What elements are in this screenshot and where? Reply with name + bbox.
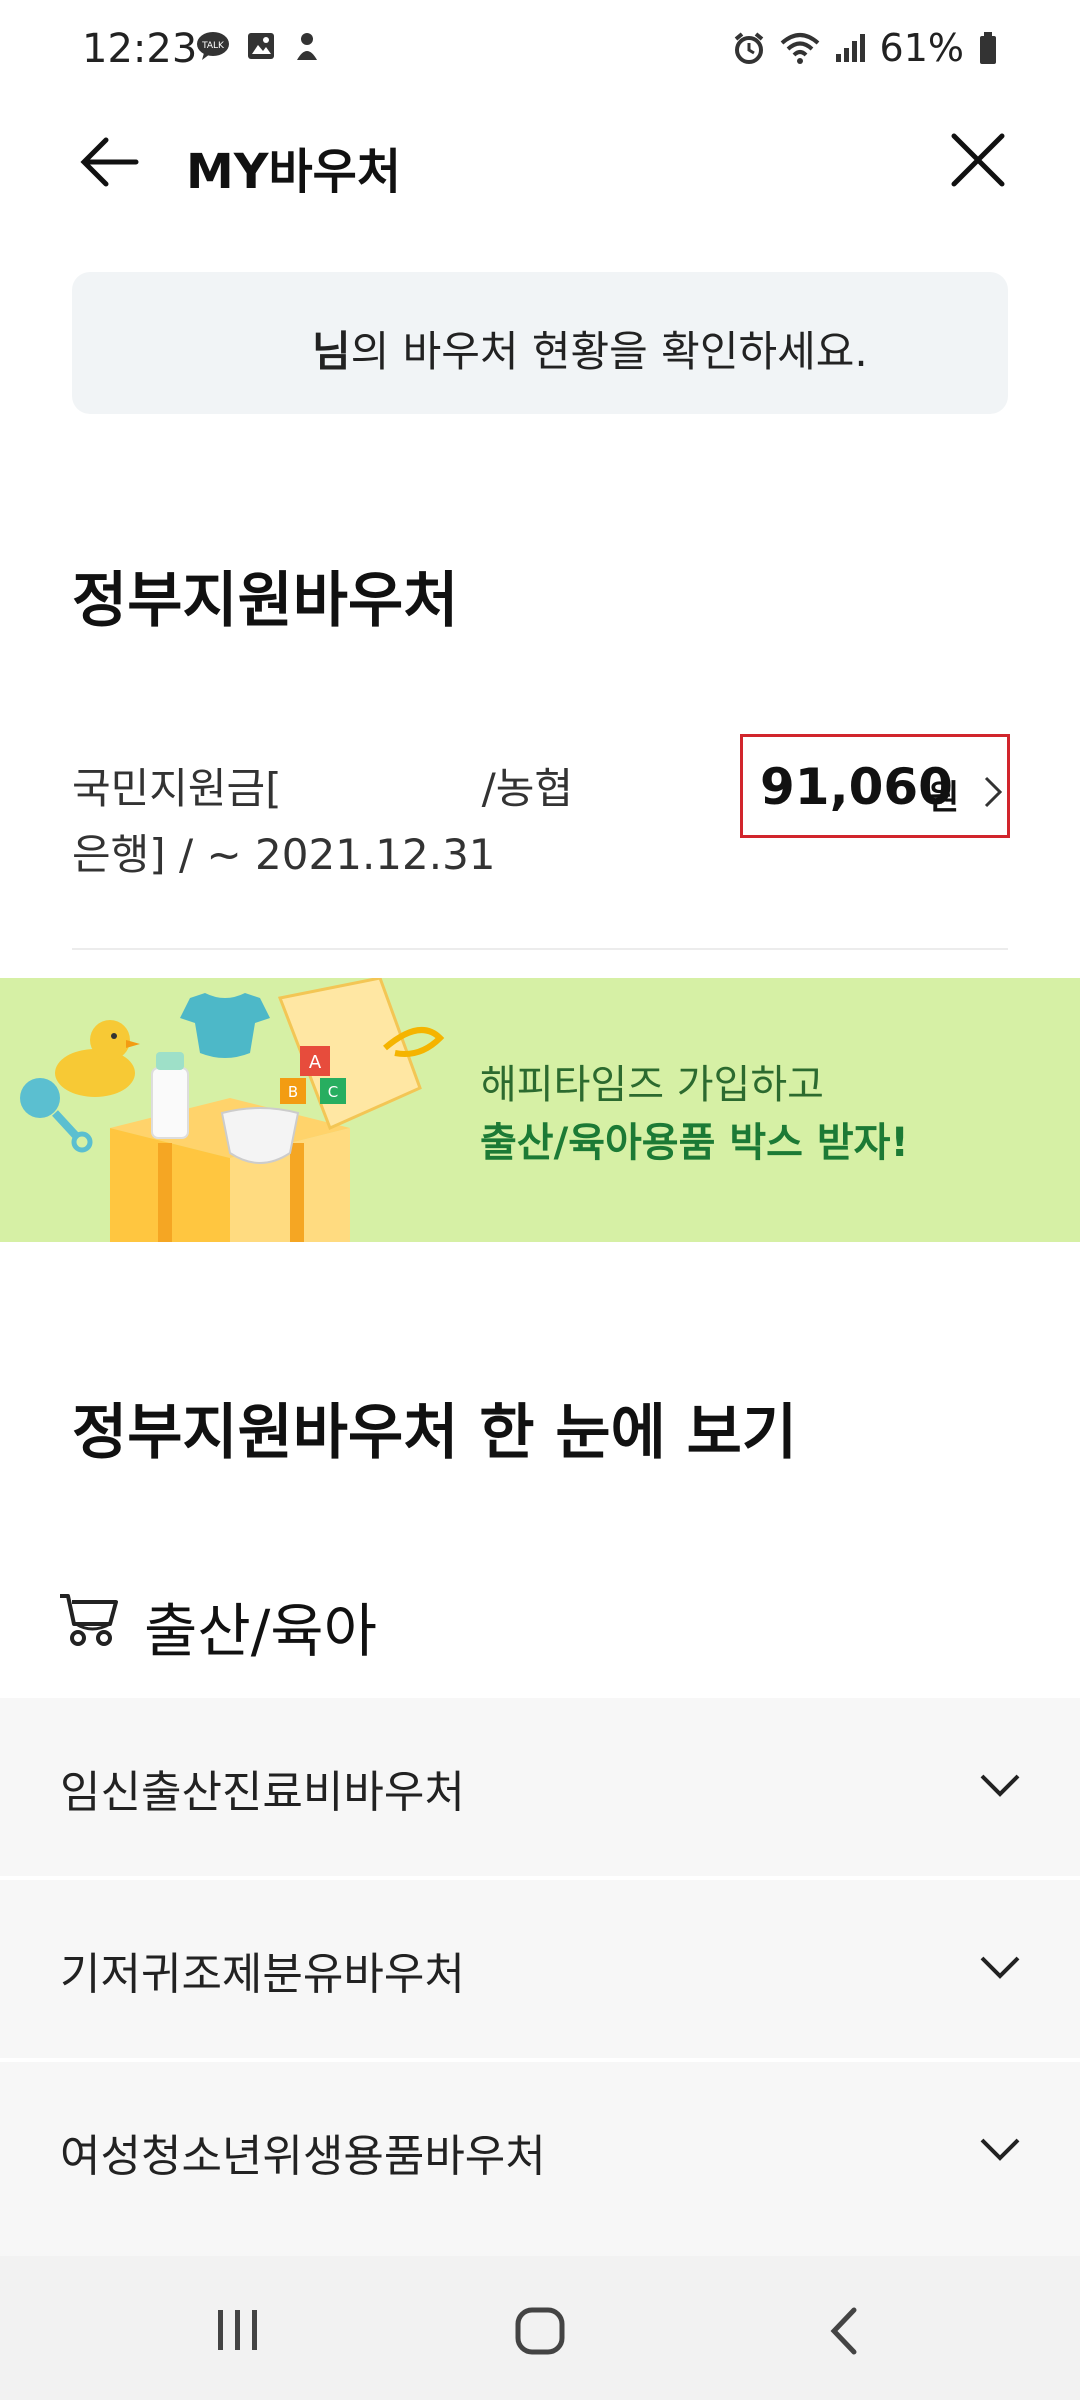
- greeting-message: 의 바우처 현황을 확인하세요.: [350, 327, 868, 376]
- section-title-overview: 정부지원바우처 한 눈에 보기: [72, 1398, 798, 1468]
- stroller-icon: [60, 1594, 118, 1646]
- notification-icon: [297, 33, 317, 60]
- chevron-down-icon[interactable]: [978, 1952, 1022, 1982]
- baby-items-illustration: A B C: [20, 978, 445, 1242]
- status-left-icons: TALK: [196, 30, 322, 62]
- banner-line2: 출산/육아용품 박스 받자!: [480, 1120, 909, 1166]
- greeting-user: 님: [312, 327, 351, 376]
- divider: [72, 948, 1008, 950]
- close-icon[interactable]: [948, 130, 1008, 190]
- recents-icon[interactable]: [214, 2308, 262, 2352]
- status-bar: 12:23 TALK 61%: [0, 0, 1080, 100]
- voucher-item-name[interactable]: 국민지원금[ /농협 은행] / ~ 2021.12.31: [72, 756, 632, 888]
- svg-text:B: B: [288, 1083, 298, 1101]
- category-title: 출산/육아: [144, 1597, 377, 1665]
- voucher-name-part3: 은행] / ~ 2021.12.31: [72, 830, 496, 879]
- voucher-name-part1: 국민지원금[: [72, 764, 282, 813]
- chevron-down-icon[interactable]: [978, 2134, 1022, 2164]
- accordion-label: 기저귀조제분유바우처: [60, 1949, 465, 2000]
- back-nav-icon[interactable]: [826, 2306, 860, 2356]
- back-arrow-icon[interactable]: [78, 130, 142, 194]
- status-right-icons: 61%: [732, 26, 998, 70]
- home-icon[interactable]: [514, 2306, 566, 2356]
- signal-icon: [835, 34, 865, 62]
- promo-banner[interactable]: A B C 해피타임즈 가입하고 출산/육아용품 박스 받자!: [0, 978, 1080, 1242]
- voucher-name-part2: /농협: [481, 764, 574, 813]
- page-title: MY바우처: [186, 144, 402, 200]
- accordion-item-2[interactable]: 기저귀조제분유바우처: [0, 1880, 1080, 2058]
- accordion-item-3[interactable]: 여성청소년위생용품바우처: [0, 2062, 1080, 2256]
- gallery-icon: [248, 33, 274, 59]
- svg-text:TALK: TALK: [201, 41, 225, 51]
- wifi-icon: [780, 33, 819, 64]
- chevron-down-icon[interactable]: [978, 1770, 1022, 1800]
- greeting-text: 님의 바우처 현황을 확인하세요.: [312, 318, 868, 379]
- accordion-item-1[interactable]: 임신출산진료비바우처: [0, 1698, 1080, 1876]
- battery-icon: [980, 32, 996, 64]
- banner-line1: 해피타임즈 가입하고: [480, 1062, 824, 1108]
- svg-text:C: C: [328, 1083, 338, 1101]
- system-nav-bar: [0, 2256, 1080, 2400]
- voucher-amount: 91,060: [760, 758, 953, 816]
- chevron-right-icon[interactable]: [982, 774, 1004, 810]
- svg-text:A: A: [309, 1052, 322, 1073]
- accordion-label: 여성청소년위생용품바우처: [60, 2131, 546, 2182]
- alarm-icon: [734, 32, 763, 64]
- talk-icon: TALK: [197, 32, 229, 60]
- section-title-government-vouchers: 정부지원바우처: [72, 566, 459, 636]
- accordion-label: 임신출산진료비바우처: [60, 1767, 465, 1818]
- battery-percent: 61%: [879, 26, 964, 70]
- status-time: 12:23: [82, 26, 198, 72]
- voucher-amount-unit: 원: [928, 778, 960, 818]
